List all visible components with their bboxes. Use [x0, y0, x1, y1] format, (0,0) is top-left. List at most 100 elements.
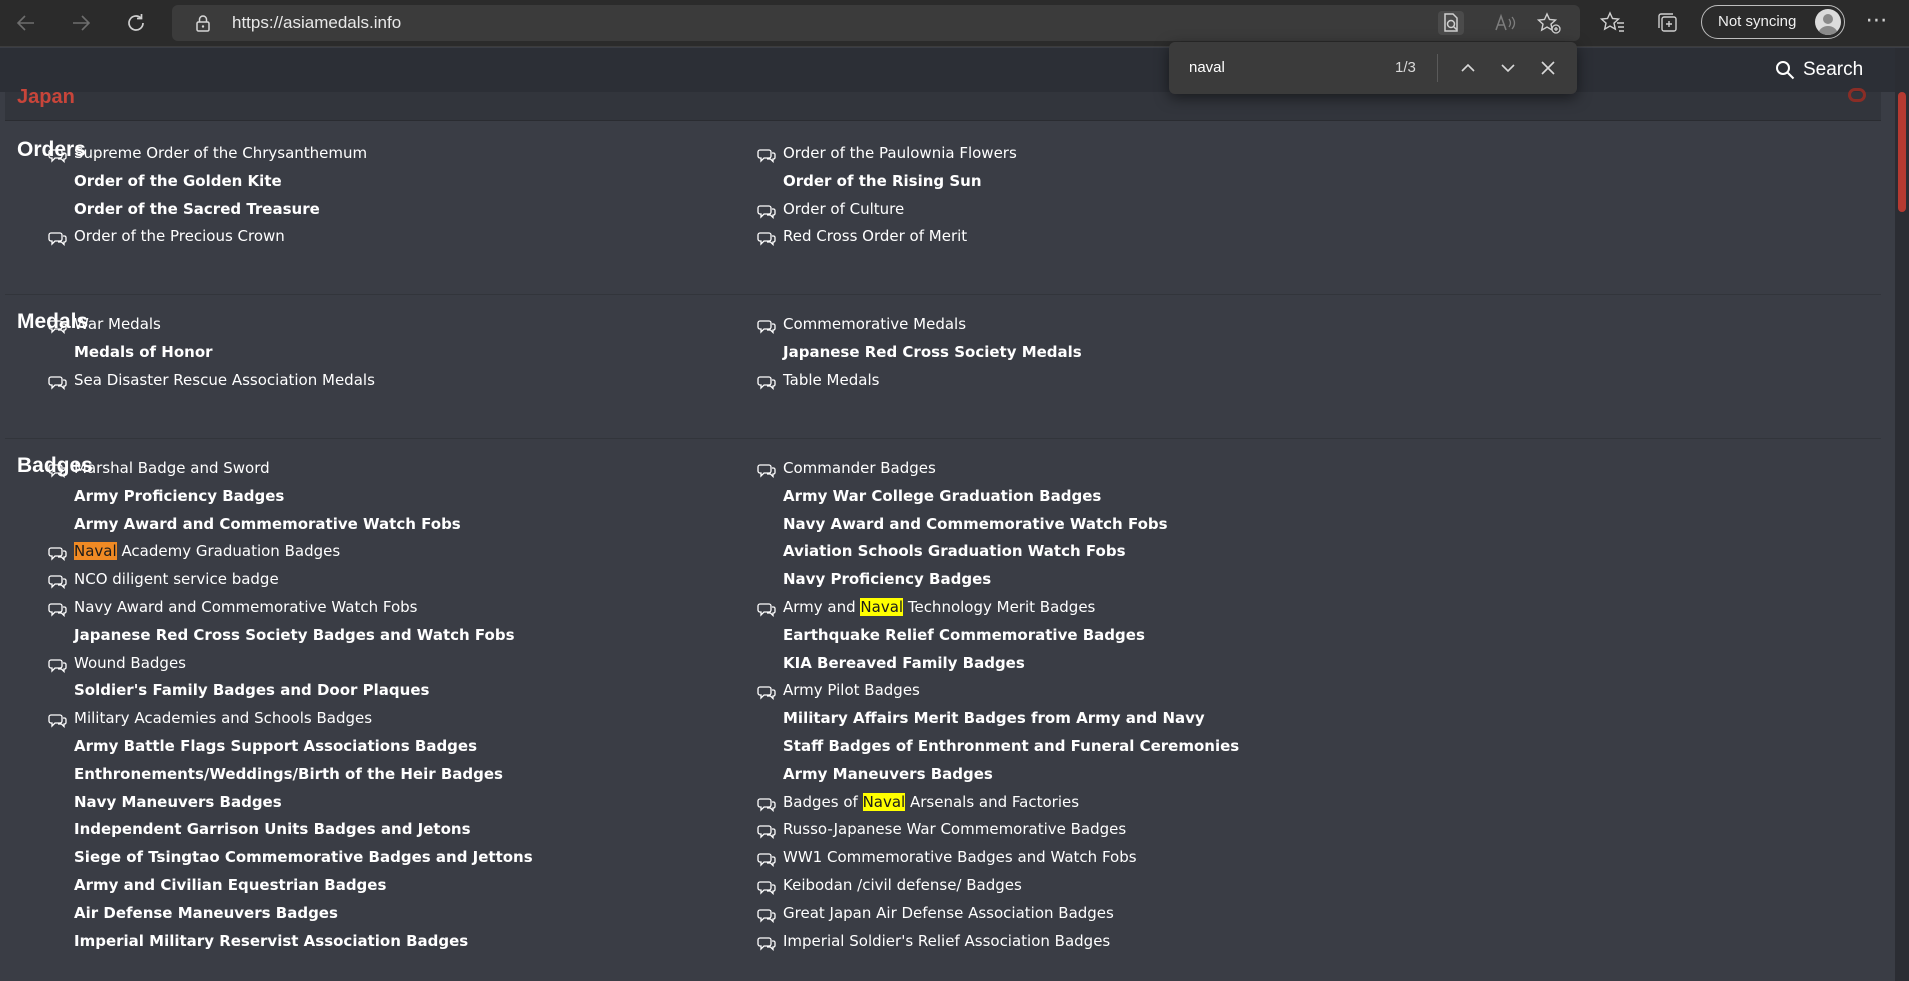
back-arrow-icon[interactable]	[8, 6, 44, 40]
list-item-label[interactable]: Air Defense Maneuvers Badges	[74, 901, 338, 925]
url-text[interactable]: https://asiamedals.info	[232, 5, 401, 41]
region-title[interactable]: Japan	[17, 86, 75, 109]
list-item-label[interactable]: Army Award and Commemorative Watch Fobs	[74, 512, 461, 536]
list-item-text: Badges of	[783, 792, 863, 811]
chevron-up-icon[interactable]	[1456, 56, 1480, 80]
list-item-label[interactable]: Army Maneuvers Badges	[783, 762, 993, 786]
list-item-label[interactable]: Staff Badges of Enthronment and Funeral …	[783, 734, 1239, 758]
address-bar[interactable]: https://asiamedals.info	[172, 5, 1580, 41]
list-item-label[interactable]: Medals of Honor	[74, 340, 213, 364]
list-item-text: Imperial Soldier's Relief Association Ba…	[783, 931, 1111, 950]
list-item-text: Staff Badges of Enthronment and Funeral …	[783, 737, 1240, 755]
collapse-toggle-icon[interactable]	[1848, 88, 1866, 102]
list-item-text: Soldier's Family Badges and Door Plaques	[74, 681, 430, 700]
list-item-text: Order of the Golden Kite	[74, 171, 282, 190]
scrollbar-thumb[interactable]	[1898, 92, 1906, 212]
list-item-label[interactable]: Badges of Naval Arsenals and Factories	[783, 790, 1079, 814]
list-item-label[interactable]: WW1 Commemorative Badges and Watch Fobs	[783, 845, 1137, 869]
browser-toolbar: https://asiamedals.info Not syncing ⋯	[0, 0, 1909, 47]
lock-icon[interactable]	[194, 14, 212, 32]
list-item-label[interactable]: Imperial Soldier's Relief Association Ba…	[783, 929, 1110, 953]
site-search-label: Search	[1803, 59, 1864, 80]
list-item-label[interactable]: Navy Maneuvers Badges	[74, 790, 282, 814]
find-in-page-icon[interactable]	[1438, 11, 1464, 35]
list-item-label[interactable]: Aviation Schools Graduation Watch Fobs	[783, 539, 1126, 563]
list-item-label[interactable]: Army Pilot Badges	[783, 678, 920, 702]
list-item-label[interactable]: Navy Proficiency Badges	[783, 567, 991, 591]
list-item-label[interactable]: NCO diligent service badge	[74, 567, 279, 591]
list-item-label[interactable]: Commander Badges	[783, 456, 936, 480]
list-item-text: Army Award and Commemorative Watch Fobs	[74, 514, 461, 533]
list-item-label[interactable]: Siege of Tsingtao Commemorative Badges a…	[74, 845, 533, 869]
close-icon[interactable]	[1536, 56, 1560, 80]
list-item-label[interactable]: Army Battle Flags Support Associations B…	[74, 734, 477, 758]
list-item-label[interactable]: Japanese Red Cross Society Badges and Wa…	[74, 623, 515, 647]
list-item-label[interactable]: Marshal Badge and Sword	[74, 456, 270, 480]
forum-comments-icon	[757, 461, 776, 479]
list-item-label[interactable]: Military Affairs Merit Badges from Army …	[783, 706, 1205, 730]
list-item-text: Order of the Paulownia Flowers	[783, 144, 1017, 162]
forward-arrow-icon[interactable]	[63, 6, 99, 40]
list-item-label[interactable]: Red Cross Order of Merit	[783, 224, 967, 248]
favorites-icon[interactable]	[1599, 9, 1627, 37]
list-item-label[interactable]: Navy Award and Commemorative Watch Fobs	[783, 512, 1168, 536]
list-item-text: Order of the Sacred Treasure	[74, 199, 320, 218]
chevron-down-icon[interactable]	[1496, 56, 1520, 80]
forum-comments-icon	[48, 600, 67, 618]
list-item-label[interactable]: Military Academies and Schools Badges	[74, 706, 372, 730]
scrollbar[interactable]	[1895, 48, 1909, 981]
more-icon[interactable]: ⋯	[1862, 8, 1892, 38]
list-item-label[interactable]: Army and Civilian Equestrian Badges	[74, 873, 386, 897]
list-item-label[interactable]: War Medals	[74, 312, 161, 336]
list-item-label[interactable]: Enthronements/Weddings/Birth of the Heir…	[74, 762, 503, 786]
list-item-text: KIA Bereaved Family Badges	[783, 653, 1025, 672]
list-item-label[interactable]: Order of Culture	[783, 197, 904, 221]
list-item-label[interactable]: Sea Disaster Rescue Association Medals	[74, 368, 375, 392]
list-item-label[interactable]: Order of the Sacred Treasure	[74, 197, 320, 221]
list-item-label[interactable]: Commemorative Medals	[783, 312, 966, 336]
sync-status-button[interactable]: Not syncing	[1701, 5, 1845, 39]
list-item-text: Siege of Tsingtao Commemorative Badges a…	[74, 848, 533, 867]
list-item-label[interactable]: Earthquake Relief Commemorative Badges	[783, 623, 1145, 647]
search-icon	[1776, 61, 1795, 80]
forum-comments-icon	[757, 822, 776, 840]
list-item-text: Navy Award and Commemorative Watch Fobs	[783, 514, 1168, 533]
list-item-label[interactable]: Naval Academy Graduation Badges	[74, 539, 340, 563]
list-item-label[interactable]: Wound Badges	[74, 651, 186, 675]
list-item-text: Marshal Badge and Sword	[74, 459, 270, 477]
site-search-button[interactable]: Search	[1775, 48, 1863, 92]
list-item-text: Wound Badges	[74, 653, 187, 672]
read-aloud-icon[interactable]	[1492, 11, 1518, 35]
list-item-text: Medals of Honor	[74, 342, 213, 361]
list-item-label[interactable]: Keibodan /civil defense/ Badges	[783, 873, 1022, 897]
list-item-text: Arsenals and Factories	[905, 792, 1080, 811]
list-item-label[interactable]: Order of the Rising Sun	[783, 169, 982, 193]
list-item-label[interactable]: Supreme Order of the Chrysanthemum	[74, 141, 367, 165]
list-item-label[interactable]: Russo-Japanese War Commemorative Badges	[783, 817, 1126, 841]
list-item-text: Army and Civilian Equestrian Badges	[74, 876, 387, 894]
add-favorite-icon[interactable]	[1536, 11, 1562, 35]
list-item-label[interactable]: Table Medals	[783, 368, 879, 392]
list-item-label[interactable]: KIA Bereaved Family Badges	[783, 651, 1025, 675]
list-item-label[interactable]: Order of the Golden Kite	[74, 169, 282, 193]
list-item-label[interactable]: Japanese Red Cross Society Medals	[783, 340, 1082, 364]
find-input[interactable]: naval	[1189, 42, 1225, 94]
list-item-label[interactable]: Great Japan Air Defense Association Badg…	[783, 901, 1114, 925]
list-item-label[interactable]: Army War College Graduation Badges	[783, 484, 1101, 508]
list-item-label[interactable]: Army and Naval Technology Merit Badges	[783, 595, 1095, 619]
list-item-label[interactable]: Order of the Precious Crown	[74, 224, 285, 248]
list-item-text: Enthronements/Weddings/Birth of the Heir…	[74, 764, 503, 783]
find-highlight: Naval	[860, 598, 904, 616]
list-item-label[interactable]: Army Proficiency Badges	[74, 484, 284, 508]
list-item-text: Sea Disaster Rescue Association Medals	[74, 370, 375, 389]
list-item-label[interactable]: Imperial Military Reservist Association …	[74, 929, 468, 953]
list-item-label[interactable]: Independent Garrison Units Badges and Je…	[74, 817, 471, 841]
list-item-text: WW1 Commemorative Badges and Watch Fobs	[783, 848, 1137, 867]
list-item-text: Commemorative Medals	[783, 315, 967, 333]
list-item-label[interactable]: Navy Award and Commemorative Watch Fobs	[74, 595, 417, 619]
list-item-label[interactable]: Order of the Paulownia Flowers	[783, 141, 1017, 165]
find-divider	[1437, 54, 1438, 82]
list-item-label[interactable]: Soldier's Family Badges and Door Plaques	[74, 678, 429, 702]
refresh-icon[interactable]	[118, 6, 154, 40]
collections-icon[interactable]	[1654, 9, 1682, 37]
